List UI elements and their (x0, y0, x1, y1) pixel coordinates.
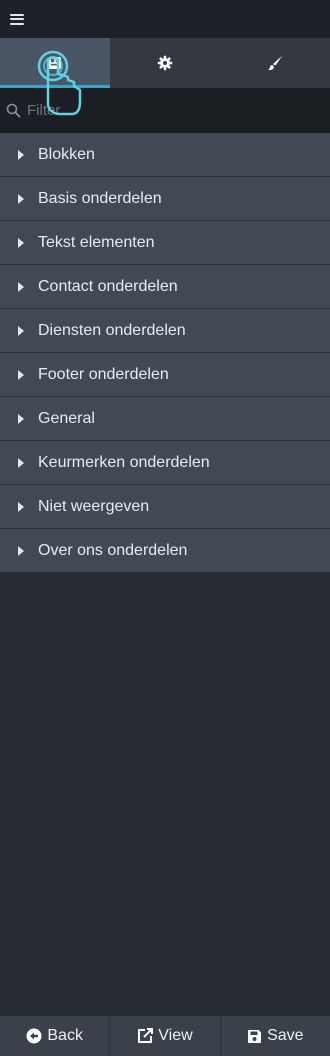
category-item[interactable]: General (0, 397, 330, 441)
floppy-disk-icon (248, 1029, 262, 1043)
category-item[interactable]: Niet weergeven (0, 485, 330, 529)
tab-styles[interactable] (220, 38, 330, 88)
caret-right-icon (18, 149, 24, 160)
save-button[interactable]: Save (221, 1016, 330, 1056)
back-button[interactable]: Back (0, 1016, 111, 1056)
caret-right-icon (18, 193, 24, 204)
filter-bar (0, 88, 330, 133)
caret-right-icon (18, 369, 24, 380)
caret-right-icon (18, 281, 24, 292)
category-label: Niet weergeven (38, 497, 150, 515)
external-link-icon (138, 1028, 154, 1043)
tab-blocks[interactable] (0, 38, 110, 88)
brush-icon (268, 56, 282, 71)
category-item[interactable]: Contact onderdelen (0, 265, 330, 309)
gear-icon (157, 55, 173, 71)
save-label: Save (267, 1027, 304, 1044)
blocks-icon (49, 57, 61, 69)
category-item[interactable]: Diensten onderdelen (0, 309, 330, 353)
top-bar (0, 0, 330, 38)
view-button[interactable]: View (110, 1016, 221, 1056)
caret-right-icon (18, 237, 24, 248)
caret-right-icon (18, 413, 24, 424)
category-label: Contact onderdelen (38, 277, 178, 295)
category-label: Over ons onderdelen (38, 541, 188, 559)
panel-tabs (0, 38, 330, 88)
category-item[interactable]: Footer onderdelen (0, 353, 330, 397)
caret-right-icon (18, 325, 24, 336)
search-icon (6, 103, 21, 118)
filter-input[interactable] (25, 101, 309, 120)
category-item[interactable]: Blokken (0, 133, 330, 177)
category-label: Keurmerken onderdelen (38, 453, 210, 471)
arrow-left-circle-icon (26, 1028, 42, 1044)
view-label: View (158, 1027, 193, 1044)
bottom-toolbar: Back View Save (0, 1016, 330, 1056)
back-label: Back (47, 1027, 83, 1044)
category-item[interactable]: Tekst elementen (0, 221, 330, 265)
category-label: Footer onderdelen (38, 365, 169, 383)
category-item[interactable]: Keurmerken onderdelen (0, 441, 330, 485)
tab-settings[interactable] (110, 38, 220, 88)
caret-right-icon (18, 545, 24, 556)
caret-right-icon (18, 457, 24, 468)
category-item[interactable]: Over ons onderdelen (0, 529, 330, 573)
category-list: Blokken Basis onderdelen Tekst elementen Co… (0, 133, 330, 573)
caret-right-icon (18, 501, 24, 512)
category-label: Blokken (38, 145, 95, 163)
category-label: Tekst elementen (38, 233, 155, 251)
category-label: Diensten onderdelen (38, 321, 186, 339)
category-item[interactable]: Basis onderdelen (0, 177, 330, 221)
hamburger-icon[interactable] (10, 13, 24, 25)
category-label: General (38, 409, 95, 427)
category-label: Basis onderdelen (38, 189, 162, 207)
